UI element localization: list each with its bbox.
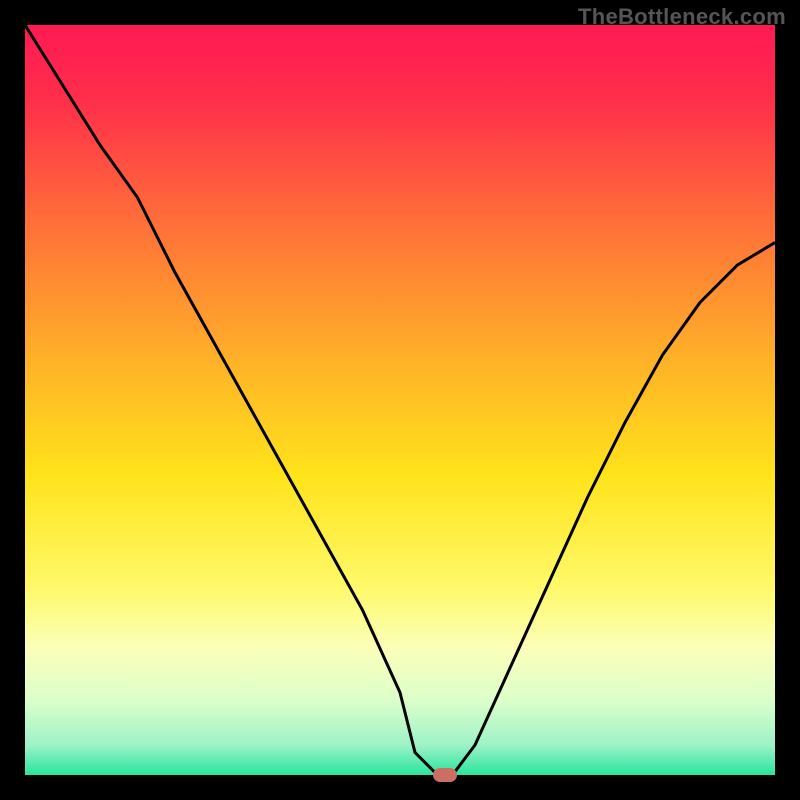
watermark-text: TheBottleneck.com — [578, 4, 786, 30]
optimum-marker — [433, 768, 457, 782]
plot-area — [25, 25, 775, 775]
chart-frame: TheBottleneck.com — [0, 0, 800, 800]
plot-svg — [25, 25, 775, 775]
heatmap-background — [25, 25, 775, 775]
